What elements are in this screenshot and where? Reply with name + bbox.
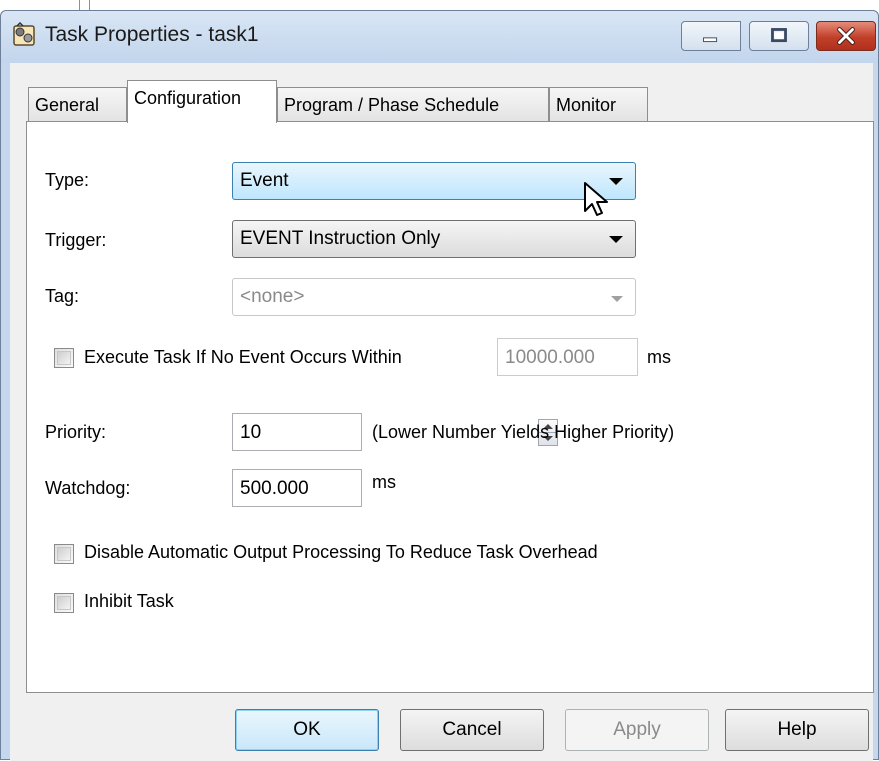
chevron-down-icon xyxy=(611,296,623,302)
cancel-button[interactable]: Cancel xyxy=(400,709,544,751)
tab-general[interactable]: General xyxy=(28,87,127,123)
tab-program-phase-schedule[interactable]: Program / Phase Schedule xyxy=(277,87,549,123)
ok-button[interactable]: OK xyxy=(235,709,379,751)
trigger-dropdown[interactable]: EVENT Instruction Only xyxy=(232,220,636,258)
watchdog-label: Watchdog: xyxy=(45,478,131,498)
task-properties-icon xyxy=(13,22,35,46)
mouse-pointer-icon xyxy=(584,182,608,216)
trigger-value: EVENT Instruction Only xyxy=(240,228,441,249)
watchdog-input[interactable]: 500.000 xyxy=(232,469,362,507)
no-event-timeout-value: 10000.000 xyxy=(505,347,595,368)
tab-monitor[interactable]: Monitor xyxy=(549,87,648,123)
help-button[interactable]: Help xyxy=(725,709,869,751)
chevron-down-icon xyxy=(609,236,623,243)
priority-input[interactable]: 10 xyxy=(232,413,558,451)
minimize-button[interactable] xyxy=(681,21,741,51)
configuration-panel: Type: Event Trigger: EVENT Instruction O… xyxy=(26,121,874,693)
maximize-button[interactable] xyxy=(749,21,809,51)
apply-button: Apply xyxy=(565,709,709,751)
inhibit-task-checkbox[interactable] xyxy=(54,593,74,613)
close-icon xyxy=(837,27,855,45)
priority-label: Priority: xyxy=(45,422,107,442)
watchdog-value: 500.000 xyxy=(240,478,309,499)
disable-output-processing-label: Disable Automatic Output Processing To R… xyxy=(84,542,598,562)
background-line xyxy=(89,0,90,10)
no-event-timeout-unit: ms xyxy=(647,347,671,367)
tab-configuration[interactable]: Configuration xyxy=(127,80,277,123)
window-title: Task Properties - task1 xyxy=(45,23,259,46)
type-label: Type: xyxy=(45,170,90,190)
maximize-icon xyxy=(771,28,787,43)
tag-value: <none> xyxy=(240,286,305,307)
priority-hint: (Lower Number Yields Higher Priority) xyxy=(372,422,675,442)
disable-output-processing-checkbox[interactable] xyxy=(54,544,74,564)
inhibit-task-label: Inhibit Task xyxy=(84,591,174,611)
title-bar[interactable]: Task Properties - task1 xyxy=(1,11,878,63)
trigger-label: Trigger: xyxy=(45,230,107,250)
type-dropdown[interactable]: Event xyxy=(232,162,636,200)
type-value: Event xyxy=(240,170,289,191)
no-event-timeout-input: 10000.000 xyxy=(497,338,638,376)
tag-label: Tag: xyxy=(45,286,80,306)
background-line xyxy=(79,0,80,10)
watchdog-unit: ms xyxy=(372,472,396,492)
execute-if-no-event-label: Execute Task If No Event Occurs Within xyxy=(84,347,402,367)
close-button[interactable] xyxy=(816,21,876,51)
priority-value: 10 xyxy=(240,422,262,443)
tag-dropdown: <none> xyxy=(232,278,636,316)
task-properties-dialog: Task Properties - task1 General Configur… xyxy=(0,10,879,761)
execute-if-no-event-checkbox[interactable] xyxy=(54,348,74,368)
minimize-icon xyxy=(703,37,718,43)
dialog-client-area: General Configuration Program / Phase Sc… xyxy=(10,63,874,761)
